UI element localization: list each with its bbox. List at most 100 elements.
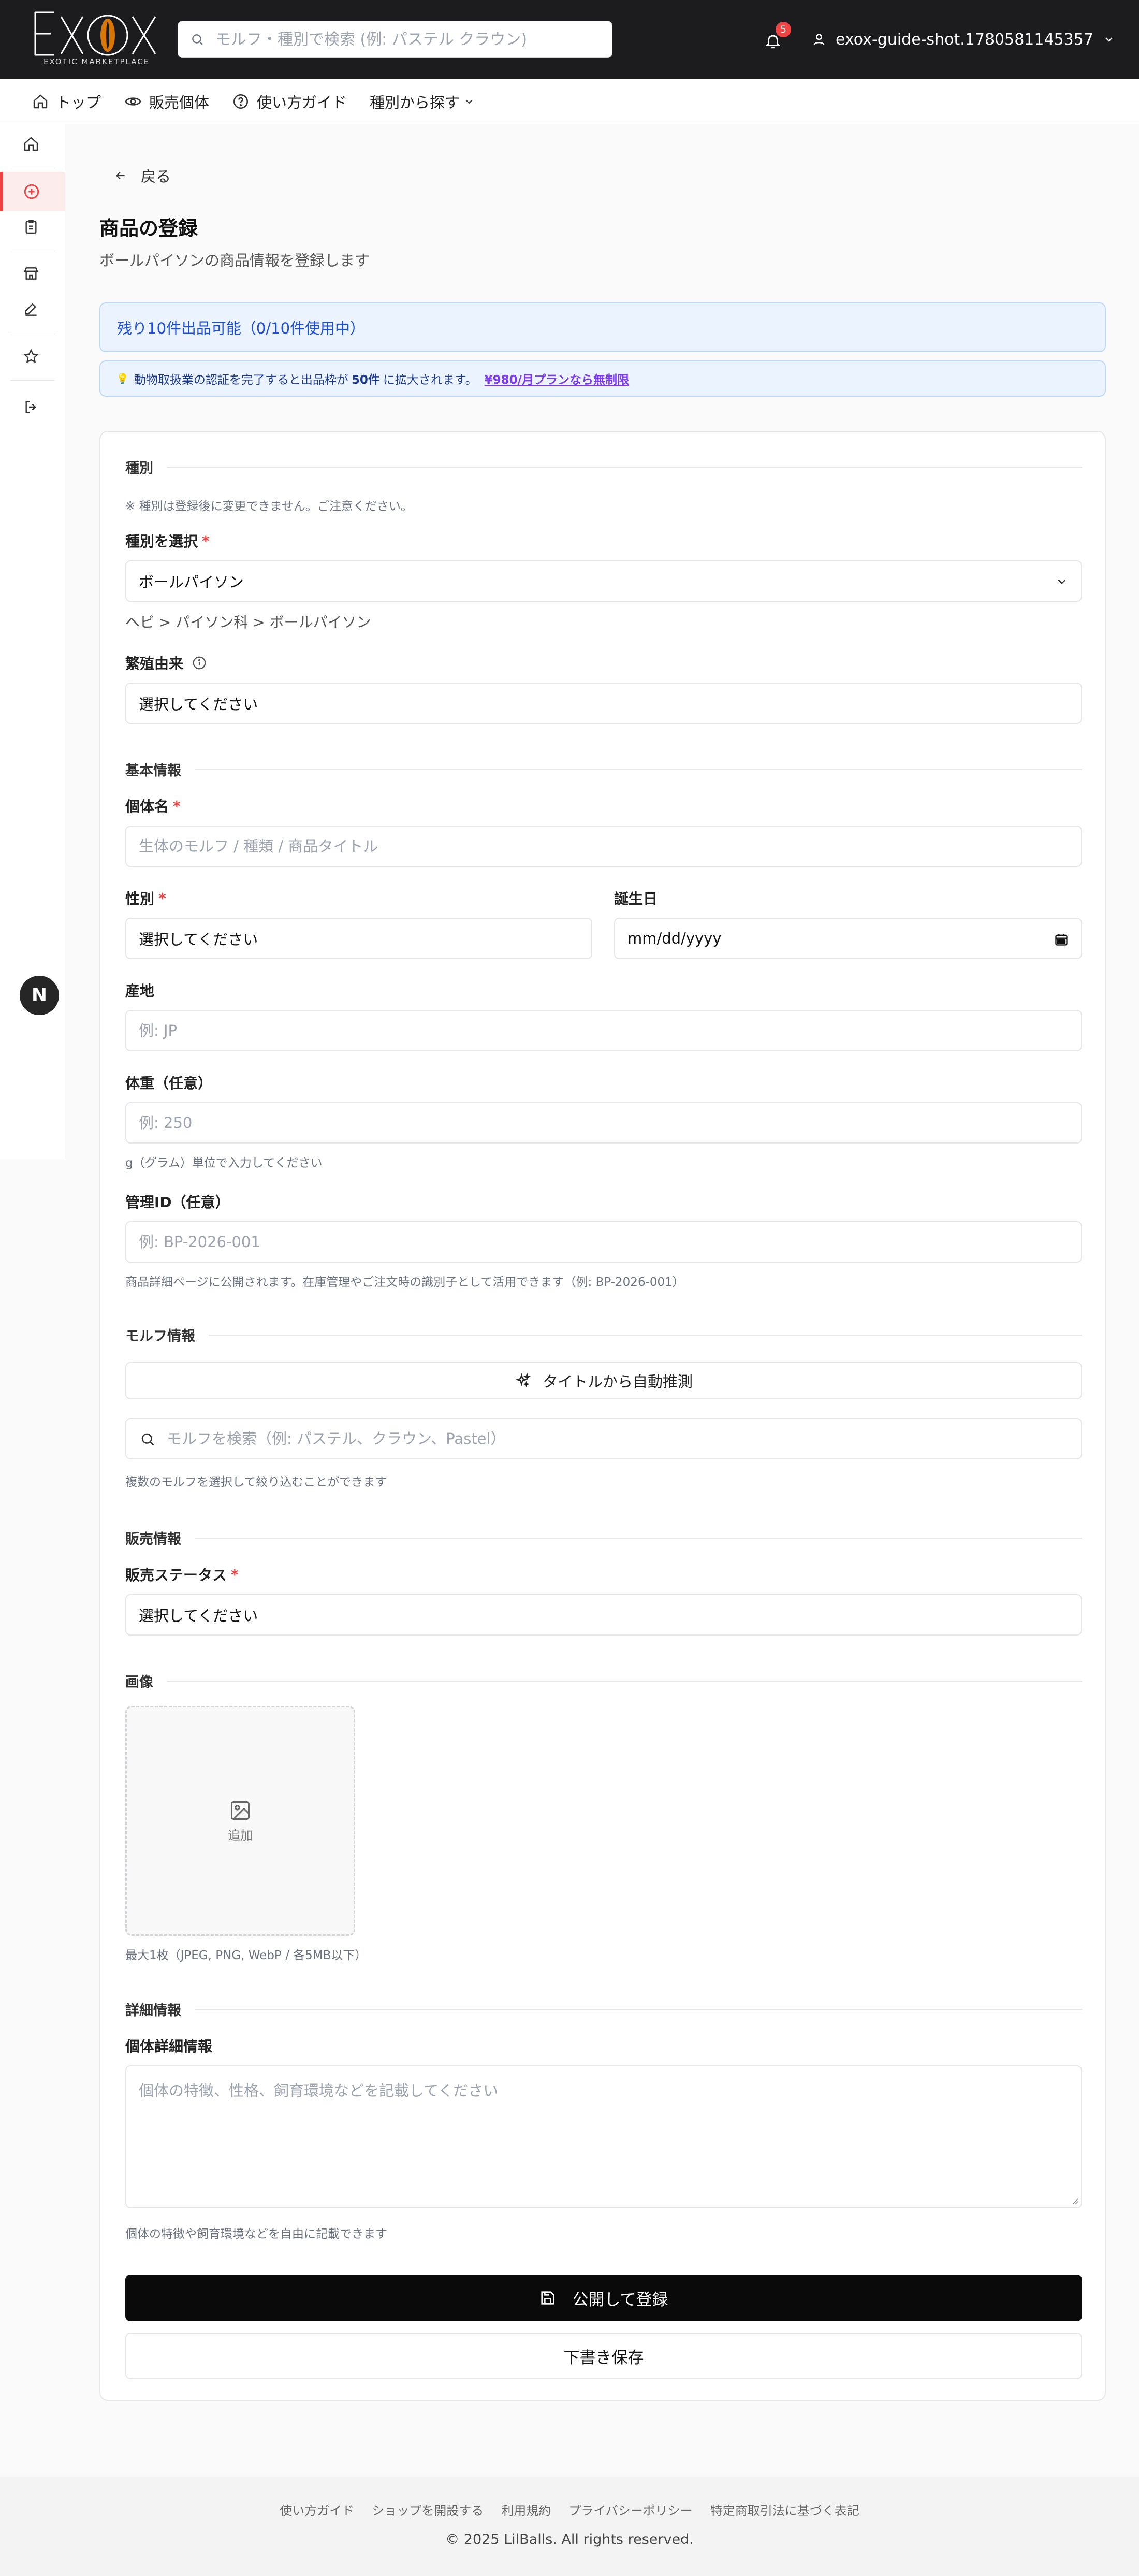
save-draft-button[interactable]: 下書き保存 [125,2333,1082,2379]
section-title: 基本情報 [125,763,181,779]
detail-textarea[interactable]: 個体の特徴、性格、飼育環境などを記載してください [125,2065,1082,2208]
nav-label: トップ [56,94,101,111]
top-header: EXOTIC MARKETPLACE 5 exox-guide-shot.178… [0,0,1139,79]
resize-handle-icon[interactable] [1070,2196,1079,2205]
section-details: 詳細情報 [125,1999,1082,2019]
nav-label: 販売個体 [149,94,210,111]
sidebar-item-shop[interactable] [0,254,65,293]
nav-label: 使い方ガイド [257,94,347,111]
section-title: 販売情報 [125,1531,181,1547]
birthday-label: 誕生日 [614,888,658,908]
save-icon [541,2291,555,2305]
notification-button[interactable]: 5 [760,22,791,53]
morph-search-input[interactable] [167,1419,1069,1458]
back-label: 戻る [141,168,171,185]
management-id-input[interactable] [139,1222,1069,1262]
nav-item-listings[interactable]: 販売個体 [124,89,209,114]
required-mark: * [173,797,181,815]
sidebar-item-favorites[interactable] [0,337,65,376]
section-title: 種別 [125,460,153,476]
unlimited-plan-link[interactable]: ¥980/月プランなら無制限 [485,370,629,387]
section-images: 画像 [125,1671,1082,1691]
edit-icon [25,303,37,316]
nav-item-browse-species[interactable]: 種別から探す [370,89,475,114]
sex-selected-value: 選択してください [139,931,258,948]
detail-hint: 個体の特徴や飼育環境などを自由に記載できます [125,2227,387,2241]
management-id-field[interactable] [125,1221,1082,1263]
detail-placeholder: 個体の特徴、性格、飼育環境などを記載してください [139,2082,499,2100]
weight-label: 体重（任意） [125,1072,212,1093]
label-text: 産地 [125,982,155,1000]
footer-link-commercial-law[interactable]: 特定商取引法に基づく表記 [710,2500,859,2519]
sidebar-item-logout[interactable] [0,387,65,427]
name-input[interactable] [139,827,1069,866]
species-selected-value: ボールパイソン [139,573,244,591]
notice-highlight: 50件 [351,373,380,387]
weight-input[interactable] [139,1103,1069,1142]
image-upload-dropzone[interactable]: 追加 [125,1706,355,1936]
nav-item-guide[interactable]: 使い方ガイド [232,89,347,114]
plus-circle-icon [24,184,39,199]
section-title: モルフ情報 [125,1328,195,1344]
footer-links: 使い方ガイド ショップを開設する 利用規約 プライバシーポリシー 特定商取引法に… [0,2500,1139,2519]
species-label: 種別を選択 * [125,530,210,551]
name-field[interactable] [125,826,1082,867]
sales-status-select[interactable]: 選択してください [125,1594,1082,1636]
home-icon [33,94,48,109]
label-text: 種別を選択 [125,533,198,550]
search-icon [191,33,204,48]
sidebar-item-edit[interactable] [0,290,65,329]
origin-selected-value: 選択してください [139,696,258,713]
origin-select[interactable]: 選択してください [125,683,1082,724]
sales-status-value: 選択してください [139,1607,258,1625]
home-icon [24,137,38,151]
locality-input[interactable] [139,1011,1069,1050]
copyright: © 2025 LilBalls. All rights reserved. [445,2531,694,2548]
sidebar-item-home[interactable] [0,124,65,164]
weight-field[interactable] [125,1102,1082,1144]
notice-text: 動物取扱業の認証を完了すると出品枠が [134,373,348,387]
morph-hint: 複数のモルフを選択して絞り込むことができます [125,1475,387,1489]
chevron-down-icon [1058,579,1066,584]
sidebar-item-orders[interactable] [0,207,65,247]
species-note: ※ 種別は登録後に変更できません。ご注意ください。 [125,500,413,513]
birthday-field[interactable]: mm/dd/yyyy [614,918,1082,959]
chevron-down-icon [1105,37,1113,42]
species-breadcrumb: ヘビ > パイソン科 > ボールパイソン [125,614,371,631]
label-text: 管理ID（任意） [125,1194,230,1211]
footer-link-privacy[interactable]: プライバシーポリシー [568,2500,693,2519]
birthday-value: mm/dd/yyyy [627,930,722,947]
calendar-icon[interactable] [1054,932,1069,947]
dev-indicator-badge[interactable]: N [20,976,59,1015]
back-button[interactable]: 戻る [114,165,171,186]
chevron-down-icon [465,99,473,104]
search-bar[interactable] [178,21,612,58]
footer-link-terms[interactable]: 利用規約 [501,2500,551,2519]
sex-label: 性別 * [125,888,166,908]
auto-guess-button[interactable]: タイトルから自動推測 [125,1362,1082,1399]
nav-label: 種別から探す [370,94,460,111]
publish-button[interactable]: 公開して登録 [125,2275,1082,2321]
clipboard-icon [25,220,37,234]
star-icon [23,349,39,364]
exox-logo[interactable]: EXOTIC MARKETPLACE [31,9,160,69]
search-input[interactable] [215,21,598,57]
sidebar-item-add-listing[interactable] [0,172,65,211]
footer-link-open-shop[interactable]: ショップを開設する [372,2500,484,2519]
sidebar-divider [10,380,55,381]
save-draft-label: 下書き保存 [563,2348,644,2367]
species-select[interactable]: ボールパイソン [125,560,1082,602]
sex-select[interactable]: 選択してください [125,918,592,959]
label-text: 性別 [125,890,155,907]
morph-search-field[interactable] [125,1418,1082,1459]
user-menu[interactable]: exox-guide-shot.1780581145357 [812,25,1115,54]
footer-link-guide[interactable]: 使い方ガイド [280,2500,354,2519]
locality-field[interactable] [125,1010,1082,1051]
management-id-label: 管理ID（任意） [125,1191,230,1212]
name-label: 個体名 * [125,795,181,816]
info-icon[interactable] [192,655,207,671]
image-hint: 最大1枚（JPEG, PNG, WebP / 各5MB以下） [125,1949,367,1962]
arrow-left-icon [115,171,125,180]
nav-item-top[interactable]: トップ [32,89,101,114]
locality-label: 産地 [125,980,154,1001]
